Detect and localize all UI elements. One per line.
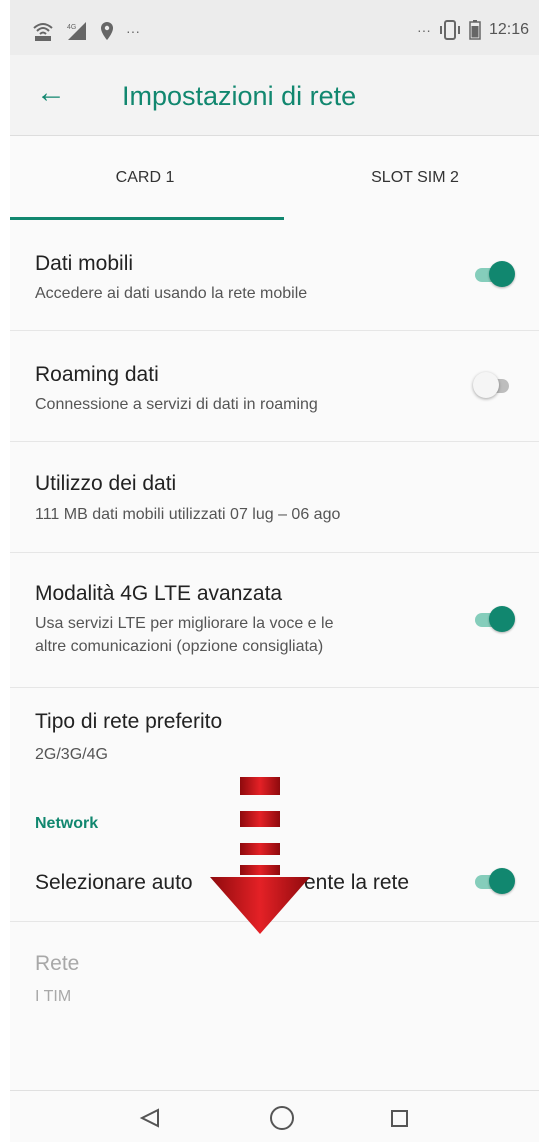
setting-title: Utilizzo dei dati [35,472,177,495]
more-icon: ··· [416,22,431,38]
setting-subtitle: 111 MB dati mobili utilizzati 07 lug – 0… [35,506,341,523]
setting-network-operator: Rete I TIM [10,922,539,1022]
status-left-icons: 4G ··· [32,20,140,42]
wifi-icon [33,23,53,41]
more-icon: ··· [126,23,140,39]
section-network-label: Network [35,815,99,832]
data-roaming-toggle[interactable] [473,371,515,399]
setting-subtitle-line2: altre comunicazioni (opzione consigliata… [35,638,324,655]
svg-text:4G: 4G [67,24,76,31]
setting-4g-lte[interactable]: Modalità 4G LTE avanzata Usa servizi LTE… [10,553,539,688]
setting-title: Tipo di rete preferito [35,710,223,733]
mobile-data-toggle[interactable] [473,260,515,288]
tab-slot-sim-2[interactable]: SLOT SIM 2 [280,136,539,220]
recents-square-icon[interactable] [380,1101,420,1135]
status-bar: 4G ··· ··· 12:16 [10,0,539,55]
setting-subtitle: Connessione a servizi di dati in roaming [35,396,318,413]
page-title: Impostazioni di rete [122,81,357,111]
setting-subtitle: I TIM [35,988,72,1005]
back-triangle-icon[interactable] [130,1101,170,1135]
status-right-icons: ··· 12:16 [417,20,529,40]
setting-data-usage[interactable]: Utilizzo dei dati 111 MB dati mobili uti… [10,442,539,553]
app-bar: ← Impostazioni di rete [10,55,539,136]
setting-data-roaming[interactable]: Roaming dati Connessione a servizi di da… [10,331,539,442]
setting-mobile-data[interactable]: Dati mobili Accedere ai dati usando la r… [10,220,539,331]
setting-title: Dati mobili [35,252,134,275]
location-icon [101,22,113,40]
status-time: 12:16 [488,21,529,38]
home-circle-icon[interactable] [262,1101,302,1135]
vibrate-icon [439,20,460,40]
setting-subtitle: Accedere ai dati usando la rete mobile [35,285,308,302]
signal-4g-icon: 4G [67,22,86,40]
sim-tabs: CARD 1 SLOT SIM 2 [10,136,539,220]
setting-title-right: ente la rete [304,871,410,894]
phone-screen: 4G ··· ··· 12:16 ← Impostazioni di rete … [10,0,539,1142]
system-nav-bar [10,1090,539,1142]
setting-subtitle: 2G/3G/4G [35,746,108,763]
auto-select-toggle[interactable] [473,867,515,895]
setting-preferred-network-type[interactable]: Tipo di rete preferito 2G/3G/4G [10,688,539,788]
red-down-arrow-icon [210,777,310,934]
setting-title: Roaming dati [35,363,159,386]
setting-title-left: Selezionare auto [35,871,193,894]
tab-card-1[interactable]: CARD 1 [10,136,280,220]
back-arrow-icon[interactable]: ← [36,77,66,109]
lte-toggle[interactable] [473,605,515,633]
setting-title: Rete [35,952,80,975]
setting-title: Modalità 4G LTE avanzata [35,582,283,605]
battery-icon [469,20,481,40]
setting-subtitle-line1: Usa servizi LTE per migliorare la voce e… [35,615,334,632]
